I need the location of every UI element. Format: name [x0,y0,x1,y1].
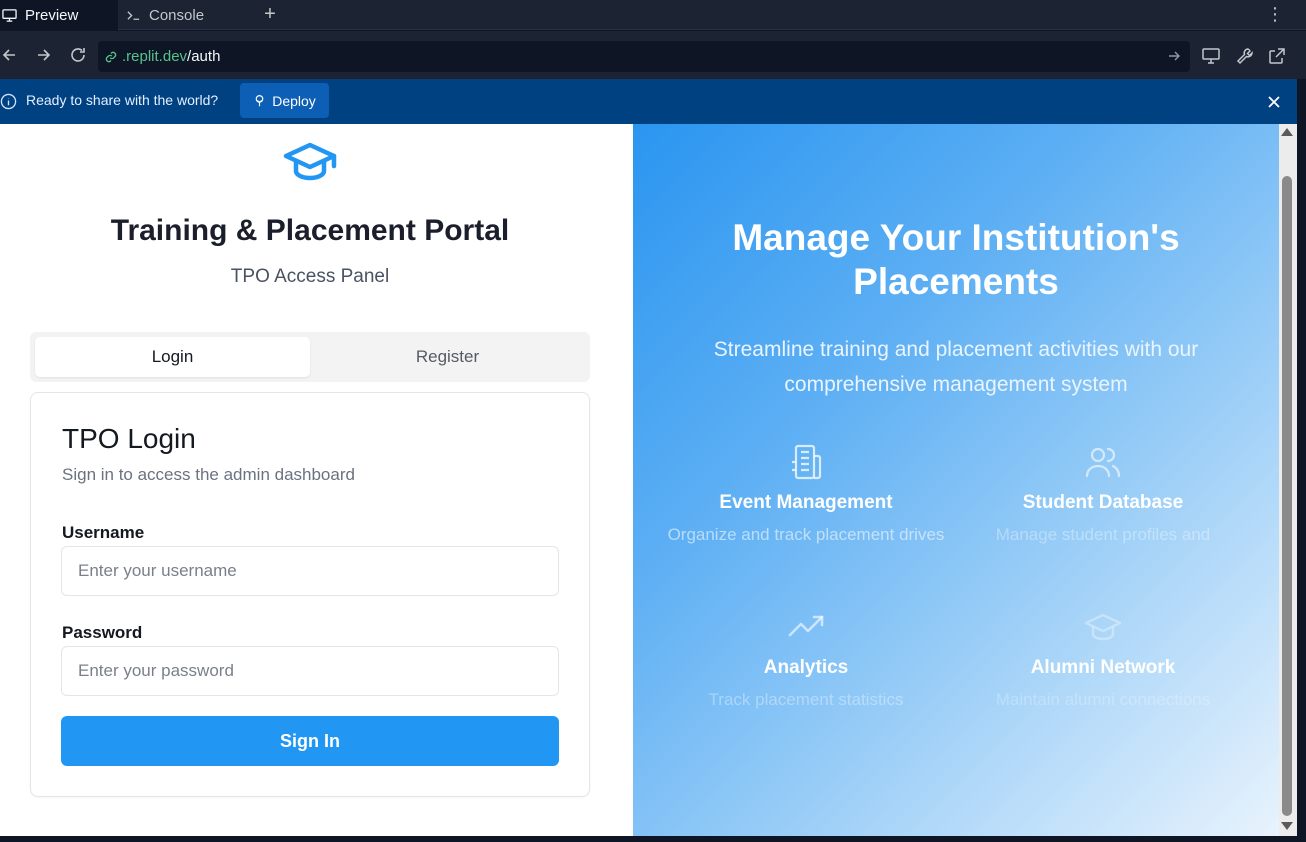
sign-in-button[interactable]: Sign In [61,716,559,766]
forward-arrow-icon[interactable] [33,45,53,65]
login-panel: Training & Placement Portal TPO Access P… [0,124,633,836]
login-card: TPO Login Sign in to access the admin da… [30,392,590,797]
hero-panel: Manage Your Institution's Placements Str… [633,124,1279,836]
open-external-icon[interactable] [1267,46,1287,66]
address-bar: .replit.dev /auth [0,31,1306,79]
auth-tabs: Login Register [30,332,590,382]
username-label: Username [62,523,145,542]
page-title: Training & Placement Portal [110,214,510,247]
feature-title: Event Management [719,492,893,513]
tab-console[interactable]: Console [126,0,248,30]
feature-desc: Maintain alumni connections [995,690,1211,709]
password-field[interactable] [61,646,559,696]
hero-subtitle: Streamline training and placement activi… [713,338,1199,396]
feature-title: Student Database [1022,492,1184,513]
deploy-button-label: Deploy [272,92,316,109]
reload-icon[interactable] [68,45,88,65]
username-field[interactable] [61,546,559,596]
card-subtitle: Sign in to access the admin dashboard [62,465,355,484]
close-icon[interactable] [1265,93,1283,111]
devices-icon[interactable] [1201,46,1221,66]
link-icon [105,51,117,62]
monitor-icon [2,8,17,22]
deploy-banner: Ready to share with the world? Deploy [0,79,1297,124]
feature-analytics: Analytics Track placement statistics [666,607,946,712]
trending-up-icon [788,615,824,637]
url-field[interactable]: .replit.dev /auth [98,41,1190,72]
feature-alumni-network: Alumni Network Maintain alumni connectio… [963,607,1243,712]
window-frame-bottom [0,836,1306,842]
page-scrollbar[interactable] [1279,124,1297,836]
feature-desc: Organize and track placement drives [667,525,945,544]
window-frame-right [1297,79,1306,842]
password-label: Password [62,623,143,642]
graduation-cap-icon [1084,613,1122,641]
plus-icon[interactable]: + [259,3,281,25]
preview-viewport: Training & Placement Portal TPO Access P… [0,124,1279,836]
scroll-up-arrow-icon[interactable] [1281,128,1293,136]
tab-register[interactable]: Register [310,337,585,377]
page-subtitle: TPO Access Panel [230,266,390,287]
kebab-menu-icon[interactable]: ⋮ [1266,4,1284,24]
terminal-icon [127,10,140,20]
users-icon [1085,447,1121,478]
building-icon [792,444,822,480]
feature-title: Analytics [763,657,849,678]
scrollbar-thumb[interactable] [1282,176,1292,816]
wrench-icon[interactable] [1235,46,1255,66]
feature-student-database: Student Database Manage student profiles… [963,442,1243,547]
feature-title: Alumni Network [1030,657,1176,678]
scroll-down-arrow-icon[interactable] [1281,822,1293,830]
feature-desc: Manage student profiles and [995,525,1211,544]
tab-preview[interactable]: Preview [0,0,118,30]
tab-preview-label: Preview [25,6,79,24]
url-path: /auth [187,48,221,65]
card-title: TPO Login [62,423,196,454]
graduation-cap-icon [283,142,337,181]
deploy-icon [255,95,264,107]
tab-console-label: Console [149,6,205,24]
hero-title: Manage Your Institution's Placements [732,217,1180,302]
info-icon [0,93,17,110]
back-arrow-icon[interactable] [0,45,20,65]
tab-login[interactable]: Login [35,337,310,377]
ide-tab-bar: Preview Console + ⋮ [0,0,1306,30]
url-host: .replit.dev [122,48,188,65]
deploy-button[interactable]: Deploy [240,83,329,118]
feature-desc: Track placement statistics [708,690,904,709]
feature-event-management: Event Management Organize and track plac… [666,442,946,547]
go-arrow-icon[interactable] [1166,48,1182,64]
banner-text: Ready to share with the world? [26,92,219,108]
